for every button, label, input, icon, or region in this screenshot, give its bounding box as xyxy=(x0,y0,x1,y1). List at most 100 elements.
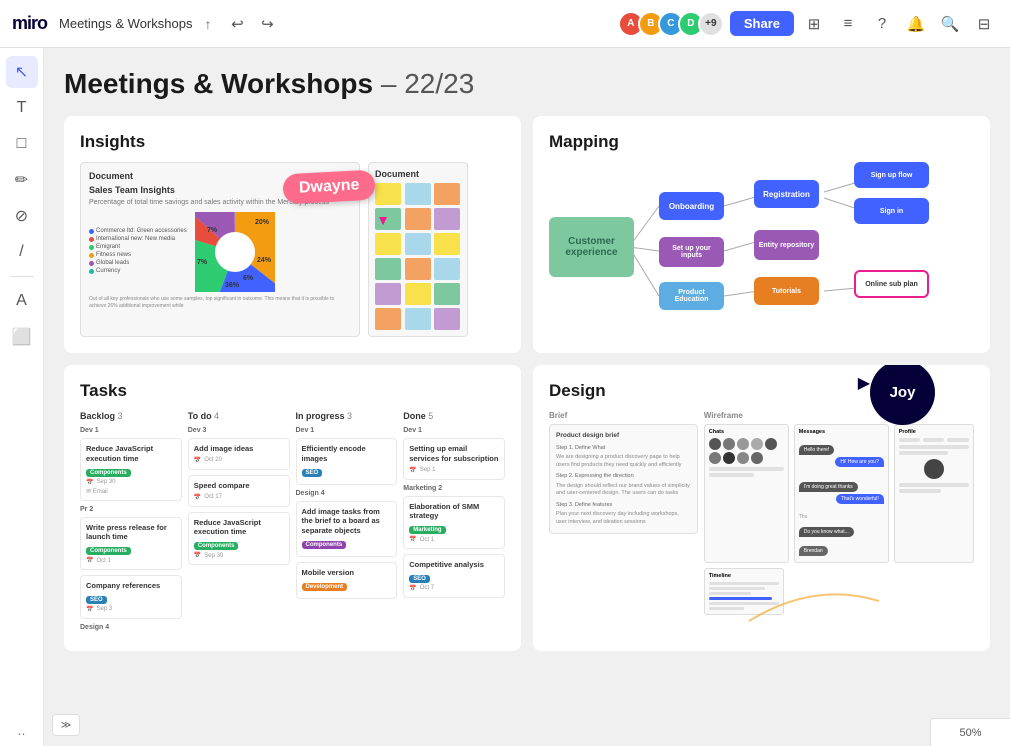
dwayne-badge: Dwayne xyxy=(282,170,376,205)
wireframe-profile: Profile xyxy=(894,424,974,563)
tasks-title: Tasks xyxy=(80,381,505,401)
eraser-tool[interactable]: ⊘ xyxy=(6,200,38,232)
design-connector-svg xyxy=(739,571,889,631)
sticky-grid xyxy=(375,183,461,330)
node-product: Product Education xyxy=(659,282,724,310)
svg-text:6%: 6% xyxy=(243,275,254,282)
col-header-backlog: Backlog 3 xyxy=(80,411,182,421)
col-dev-inprog-label: Dev 1 xyxy=(296,427,398,434)
node-onboarding: Onboarding xyxy=(659,192,724,220)
avatar-count: +9 xyxy=(698,11,724,37)
canvas: Meetings & Workshops – 22/23 Insights Do… xyxy=(44,48,1010,746)
kanban-col-inprogress: In progress 3 Dev 1 Efficiently encode i… xyxy=(296,411,398,635)
task-card: Setting up email services for subscripti… xyxy=(403,438,505,480)
task-card: Reduce JavaScript execution time Compone… xyxy=(80,438,182,501)
cursor-arrow: ▶ xyxy=(858,373,870,393)
toolbar-icon[interactable]: ⊞ xyxy=(800,10,828,38)
node-registration: Registration xyxy=(754,180,819,208)
wireframe-messages: Messages Hello there! Hi! How are you? I… xyxy=(794,424,889,563)
wireframe-chat1: Chats xyxy=(704,424,789,563)
node-signup: Sign up flow xyxy=(854,162,929,188)
select-tool[interactable]: ↖ xyxy=(6,56,38,88)
frame-tool[interactable]: ⬜ xyxy=(6,321,38,353)
type-tool[interactable]: A xyxy=(6,285,38,317)
pen-tool[interactable]: ✏ xyxy=(6,164,38,196)
insights-panel: Insights Document Sales Team Insights Pe… xyxy=(64,116,521,353)
legend: Commerce ltd: Green accessories Internat… xyxy=(89,228,187,276)
brief-section: Brief Product design brief Step 1. Defin… xyxy=(549,411,698,635)
col-pr-label: Pr 2 xyxy=(80,506,182,513)
task-card: Write press release for launch time Comp… xyxy=(80,517,182,571)
settings-icon[interactable]: ≡ xyxy=(834,10,862,38)
svg-text:24%: 24% xyxy=(257,257,272,264)
col-design-inprog-label: Design 4 xyxy=(296,490,398,497)
expand-button[interactable]: ≫ xyxy=(52,714,80,736)
text-tool[interactable]: T xyxy=(6,92,38,124)
topbar: miro Meetings & Workshops ↑ ↩ ↪ A B C D … xyxy=(0,0,1010,48)
svg-text:7%: 7% xyxy=(207,227,218,234)
page-title: Meetings & Workshops – 22/23 xyxy=(64,68,990,100)
kanban-board: Backlog 3 Dev 1 Reduce JavaScript execut… xyxy=(80,411,505,635)
shape-tool[interactable]: □ xyxy=(6,128,38,160)
mapping-content: Customer experience Onboarding Registrat… xyxy=(549,162,974,332)
svg-text:20%: 20% xyxy=(255,219,270,226)
upload-icon[interactable]: ↑ xyxy=(204,16,211,32)
share-button[interactable]: Share xyxy=(730,11,794,36)
task-card: Reduce JavaScript execution time Compone… xyxy=(188,512,290,566)
mapping-panel: Mapping xyxy=(533,116,990,353)
wireframe-section: Wireframe Chats xyxy=(704,411,974,635)
notifications-icon[interactable]: 🔔 xyxy=(902,10,930,38)
node-entity: Entity repository xyxy=(754,230,819,260)
search-icon[interactable]: 🔍 xyxy=(936,10,964,38)
task-card: Elaboration of SMM strategy Marketing 📅O… xyxy=(403,496,505,550)
task-card: Efficiently encode images SEO xyxy=(296,438,398,485)
col-dev-label: Dev 1 xyxy=(80,427,182,434)
doc-footnote: Out of all key professionals who use som… xyxy=(89,296,351,310)
task-card: Mobile version Development xyxy=(296,562,398,599)
undo-button[interactable]: ↩ xyxy=(223,10,251,38)
task-card: Add image tasks from the brief to a boar… xyxy=(296,501,398,557)
avatar-group: A B C D +9 xyxy=(624,11,724,37)
miro-logo: miro xyxy=(12,13,47,34)
col-header-todo: To do 4 xyxy=(188,411,290,421)
col-design-label: Design 4 xyxy=(80,624,182,631)
task-card: Speed compare 📅Oct 17 xyxy=(188,475,290,507)
brief-label: Brief xyxy=(549,411,698,420)
design-content: Brief Product design brief Step 1. Defin… xyxy=(549,411,974,635)
node-online-sub: Online sub plan xyxy=(854,270,929,298)
sticky-doc-label: Document xyxy=(375,169,461,179)
cursor-indicator: ▼ xyxy=(376,212,390,228)
task-card: Company references SEO 📅Sep 3 xyxy=(80,575,182,619)
line-tool[interactable]: / xyxy=(6,236,38,268)
brief-doc: Product design brief Step 1. Define What… xyxy=(549,424,698,534)
zoom-indicator: 50% xyxy=(930,718,1010,746)
chart-area: Commerce ltd: Green accessories Internat… xyxy=(89,212,351,292)
insights-title: Insights xyxy=(80,132,505,152)
col-dev-done-label: Dev 1 xyxy=(403,427,505,434)
col-header-done: Done 5 xyxy=(403,411,505,421)
topbar-actions: A B C D +9 Share ⊞ ≡ ? 🔔 🔍 ⊟ xyxy=(624,10,998,38)
node-signin: Sign in xyxy=(854,198,929,224)
task-card: Competitive analysis SEO 📅Oct 7 xyxy=(403,554,505,598)
svg-text:7%: 7% xyxy=(197,259,208,266)
node-tutorials: Tutorials xyxy=(754,277,819,305)
apps-icon[interactable]: ⊟ xyxy=(970,10,998,38)
help-icon[interactable]: ? xyxy=(868,10,896,38)
insights-content: Document Sales Team Insights Percentage … xyxy=(80,162,505,337)
board-title: Meetings & Workshops xyxy=(59,16,192,31)
redo-button[interactable]: ↪ xyxy=(253,10,281,38)
wireframe-label: Wireframe xyxy=(704,411,974,420)
sidebar-divider xyxy=(10,276,34,277)
main-grid: Insights Document Sales Team Insights Pe… xyxy=(64,116,990,651)
more-tools[interactable]: ‥ xyxy=(17,724,25,738)
design-panel: Design Joy ▶ Brief Product design brief … xyxy=(533,365,990,651)
col-mkt-done-label: Marketing 2 xyxy=(403,485,505,492)
left-sidebar: ↖ T □ ✏ ⊘ / A ⬜ ‥ xyxy=(0,48,44,746)
tasks-panel: Tasks Backlog 3 Dev 1 Reduce JavaScript … xyxy=(64,365,521,651)
kanban-col-todo: To do 4 Dev 3 Add image ideas 📅Oct 20 Sp… xyxy=(188,411,290,635)
col-header-inprogress: In progress 3 xyxy=(296,411,398,421)
col-dev-todo-label: Dev 3 xyxy=(188,427,290,434)
svg-text:36%: 36% xyxy=(225,282,240,289)
mapping-title: Mapping xyxy=(549,132,974,152)
task-card: Add image ideas 📅Oct 20 xyxy=(188,438,290,470)
